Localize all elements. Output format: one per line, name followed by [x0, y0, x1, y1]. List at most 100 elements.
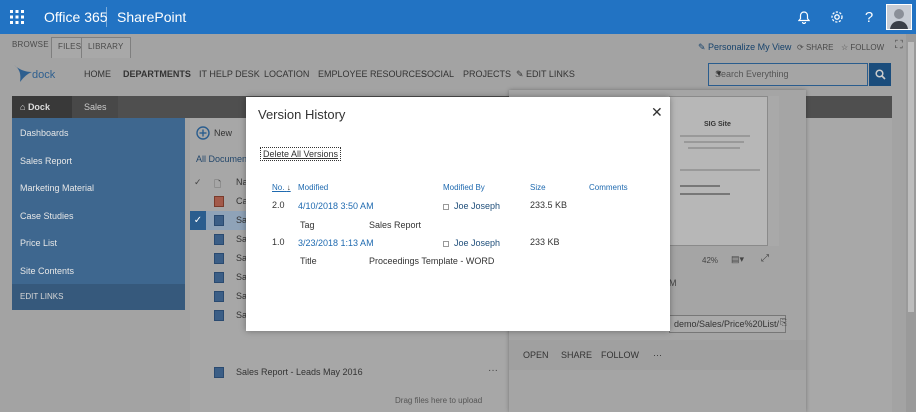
sort-descending-icon: ↓ — [286, 183, 291, 192]
version-property-name: Tag — [300, 220, 315, 230]
word-file-icon — [214, 291, 224, 302]
presence-indicator-icon — [443, 240, 449, 247]
personalize-view-link[interactable]: ✎ Personalize My View — [698, 42, 791, 53]
version-size: 233.5 KB — [530, 200, 568, 210]
copy-url-icon[interactable]: ⎘ — [780, 317, 787, 328]
version-number: 2.0 — [272, 200, 285, 210]
nav-edit-links-label: EDIT LINKS — [526, 69, 575, 79]
preview-scrollbar[interactable] — [767, 96, 779, 246]
leftnav-edit-links[interactable]: EDIT LINKS — [12, 284, 185, 310]
notification-bell-icon[interactable] — [795, 8, 813, 26]
column-header-size: Size — [530, 183, 546, 192]
nav-projects[interactable]: PROJECTS — [463, 69, 511, 79]
logo-text: dock — [32, 69, 56, 81]
version-user-name: Joe Joseph — [454, 201, 501, 211]
version-modified-link[interactable]: 4/10/2018 3:50 AM — [298, 201, 374, 211]
suite-site-title[interactable]: SharePoint — [117, 9, 186, 25]
table-row[interactable]: Sales Report - Leads May 2016 ··· — [190, 363, 512, 382]
nav-location[interactable]: LOCATION — [264, 69, 309, 79]
document-url-field[interactable]: demo/Sales/Price%20List/ — [669, 315, 786, 333]
leftnav-item-sales-report[interactable]: Sales Report — [20, 156, 72, 166]
word-file-icon — [214, 367, 224, 378]
nav-employee-resources[interactable]: EMPLOYEE RESOURCES — [318, 69, 427, 79]
leftnav-item-dashboards[interactable]: Dashboards — [20, 128, 69, 138]
open-button[interactable]: OPEN — [523, 350, 549, 360]
ribbon-tabs: BROWSE FILES LIBRARY ✎ Personalize My Vi… — [0, 34, 916, 58]
new-document-label: New — [214, 128, 233, 138]
nav-departments[interactable]: DEPARTMENTS — [123, 69, 191, 79]
user-avatar[interactable] — [886, 4, 912, 30]
document-thumbnail[interactable]: SIG Site — [669, 96, 779, 246]
fullscreen-icon[interactable]: ⤢ — [761, 253, 769, 264]
nav-it-help-desk[interactable]: IT HELP DESK — [199, 69, 260, 79]
word-file-icon — [214, 253, 224, 264]
word-file-icon — [214, 310, 224, 321]
share-doc-button[interactable]: SHARE — [561, 350, 592, 360]
suite-bar: Office 365 SharePoint ? — [0, 0, 916, 34]
breadcrumb-home[interactable]: ⌂ Dock — [12, 96, 72, 118]
file-type-icon: 🗋 — [214, 179, 222, 189]
site-logo[interactable]: dock — [12, 62, 72, 88]
select-all-checkmark-icon[interactable]: ✓ — [194, 177, 202, 188]
scrollbar-thumb[interactable] — [908, 42, 914, 312]
focus-content-icon[interactable]: ⛶ — [895, 39, 903, 52]
nav-edit-links[interactable]: ✎ EDIT LINKS — [516, 69, 575, 80]
row-selected-checkmark-icon[interactable]: ✓ — [190, 211, 206, 230]
suite-app-title[interactable]: Office 365 — [44, 9, 108, 25]
page-view-icon[interactable]: ▤▾ — [731, 254, 744, 265]
search-box[interactable]: Search Everything ▼ — [708, 63, 868, 86]
pdf-file-icon — [214, 196, 224, 207]
preview-actions: OPEN SHARE FOLLOW ··· — [509, 340, 806, 370]
more-options-icon[interactable]: ··· — [488, 365, 498, 376]
close-icon[interactable]: ✕ — [651, 104, 663, 121]
app-launcher-icon[interactable] — [0, 0, 34, 34]
column-header-modified-by: Modified By — [443, 183, 485, 192]
page-scrollbar[interactable] — [906, 34, 916, 412]
dialog-title: Version History — [258, 107, 346, 122]
personalize-view-label: Personalize My View — [708, 42, 792, 52]
breadcrumb-sales[interactable]: Sales — [72, 96, 118, 118]
version-modified-by[interactable]: Joe Joseph — [443, 201, 500, 211]
presence-indicator-icon — [443, 203, 449, 210]
leftnav-item-price-list[interactable]: Price List — [20, 238, 57, 248]
version-modified-by[interactable]: Joe Joseph — [443, 238, 500, 248]
new-document-button[interactable]: New — [196, 126, 232, 140]
add-icon — [196, 126, 210, 140]
version-property-value: Proceedings Template - WORD — [369, 256, 495, 266]
settings-gear-icon[interactable] — [828, 8, 846, 26]
nav-home[interactable]: HOME — [84, 69, 111, 79]
more-actions-icon[interactable]: ··· — [653, 350, 662, 360]
search-button[interactable] — [869, 63, 891, 86]
search-scope-dropdown-icon[interactable]: ▼ — [715, 69, 861, 78]
version-number: 1.0 — [272, 237, 285, 247]
word-file-icon — [214, 234, 224, 245]
top-navigation: dock HOME DEPARTMENTS IT HELP DESK LOCAT… — [0, 58, 916, 92]
column-header-comments: Comments — [589, 183, 628, 192]
share-label: SHARE — [805, 43, 834, 52]
tab-library[interactable]: LIBRARY — [81, 37, 131, 58]
doc-title: SIG Site — [704, 121, 731, 128]
leftnav-item-marketing-material[interactable]: Marketing Material — [20, 183, 94, 193]
column-header-no[interactable]: No. ↓ — [272, 183, 291, 192]
leftnav-item-site-contents[interactable]: Site Contents — [20, 266, 74, 276]
help-icon[interactable]: ? — [860, 8, 878, 26]
word-file-icon — [214, 215, 224, 226]
leftnav-item-case-studies[interactable]: Case Studies — [20, 211, 74, 221]
tab-browse[interactable]: BROWSE — [12, 40, 49, 49]
leftnav-edit-links-label: EDIT LINKS — [20, 292, 64, 301]
column-header-modified: Modified — [298, 183, 329, 192]
follow-doc-button[interactable]: FOLLOW — [601, 350, 639, 360]
suite-divider — [106, 7, 107, 27]
zoom-level: 42% — [702, 256, 719, 265]
right-content-area — [806, 118, 892, 412]
view-all-documents[interactable]: All Documen — [196, 154, 247, 164]
delete-all-versions-link[interactable]: Delete All Versions — [260, 147, 342, 161]
nav-social[interactable]: SOCIAL — [421, 69, 454, 79]
follow-button[interactable]: ☆ FOLLOW — [841, 43, 884, 52]
share-button[interactable]: ⟳ SHARE — [797, 43, 834, 52]
file-name[interactable]: Sales Report - Leads May 2016 — [236, 367, 363, 377]
word-file-icon — [214, 272, 224, 283]
version-modified-link[interactable]: 3/23/2018 1:13 AM — [298, 238, 374, 248]
follow-label: FOLLOW — [850, 43, 885, 52]
breadcrumb-home-label: Dock — [27, 102, 50, 112]
